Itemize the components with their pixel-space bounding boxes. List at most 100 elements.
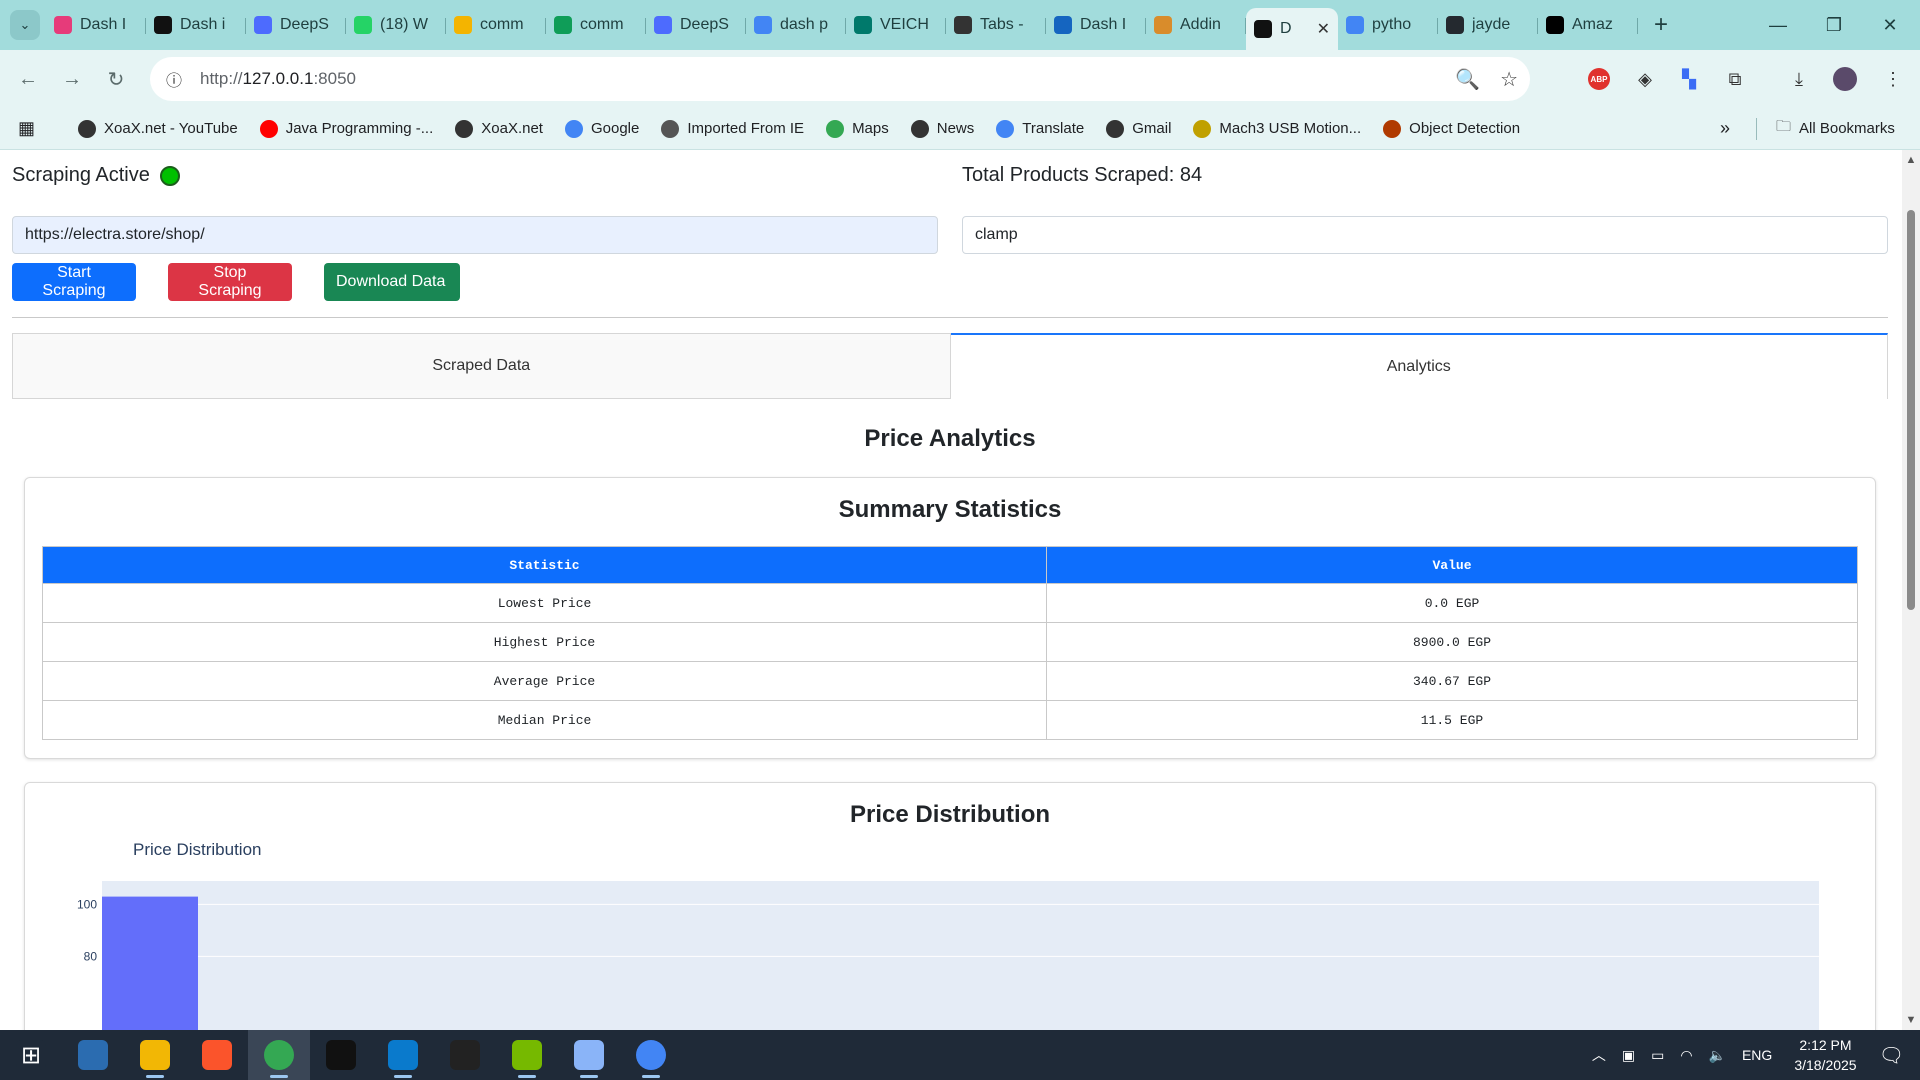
bookmark-item[interactable]: Java Programming -...: [259, 119, 434, 138]
bookmark-item[interactable]: Object Detection: [1383, 119, 1520, 138]
translate-extension-icon[interactable]: ▚: [1672, 62, 1706, 96]
histogram-bar[interactable]: [102, 896, 198, 1030]
more-bookmarks-icon[interactable]: »: [1720, 118, 1730, 139]
meet-icon[interactable]: ▣: [1622, 1047, 1635, 1064]
browser-tab[interactable]: comm: [446, 8, 546, 42]
column-header[interactable]: Value: [1046, 546, 1858, 584]
tab-search-button[interactable]: ⌄: [10, 10, 40, 40]
menu-kebab-icon[interactable]: ⋮: [1876, 62, 1910, 96]
download-icon[interactable]: ⤓: [1782, 62, 1816, 96]
clock[interactable]: 2:12 PM 3/18/2025: [1794, 1035, 1856, 1075]
tab-analytics[interactable]: Analytics: [950, 333, 1888, 399]
bookmark-item[interactable]: Mach3 USB Motion...: [1193, 119, 1361, 138]
scroll-down-icon[interactable]: ▼: [1905, 1014, 1917, 1026]
summary-title: Summary Statistics: [838, 496, 1062, 523]
zoom-icon[interactable]: 🔍: [1455, 67, 1480, 92]
bookmark-item[interactable]: News: [910, 119, 974, 138]
bookmark-item[interactable]: Google: [564, 119, 640, 138]
site-info-icon[interactable]: ⓘ: [154, 59, 194, 99]
browser-tab[interactable]: dash p: [746, 8, 846, 42]
bookmark-item[interactable]: Translate: [996, 119, 1084, 138]
taskbar-paint[interactable]: [558, 1030, 620, 1080]
extension-icon[interactable]: ◈: [1628, 62, 1662, 96]
page-scrollbar[interactable]: ▲ ▼: [1902, 150, 1920, 1030]
tab-scraped-data[interactable]: Scraped Data: [12, 333, 951, 399]
browser-tab[interactable]: comm: [546, 8, 646, 42]
browser-tab[interactable]: Addin: [1146, 8, 1246, 42]
bookmark-item[interactable]: Gmail: [1106, 119, 1171, 138]
taskbar-vscode[interactable]: [372, 1030, 434, 1080]
bookmark-item[interactable]: Imported From IE: [661, 119, 804, 138]
browser-tab[interactable]: Tabs -: [946, 8, 1046, 42]
tab-title: jayde: [1472, 16, 1511, 33]
summary-statistics-card: Summary Statistics Statistic Value Lowes…: [24, 477, 1876, 759]
vscode-icon: [388, 1040, 418, 1070]
language-indicator[interactable]: ENG: [1742, 1047, 1772, 1063]
wifi-icon[interactable]: ◠: [1680, 1047, 1692, 1064]
column-header[interactable]: Statistic: [42, 546, 1047, 584]
browser-tab[interactable]: Dash i: [146, 8, 246, 42]
adblock-icon[interactable]: ABP: [1582, 62, 1616, 96]
scroll-up-icon[interactable]: ▲: [1905, 154, 1917, 166]
keyword-input[interactable]: [962, 216, 1888, 254]
scroll-thumb[interactable]: [1907, 210, 1915, 610]
browser-tab[interactable]: DeepS: [246, 8, 346, 42]
tab-title: D: [1280, 20, 1292, 37]
url-input[interactable]: [12, 216, 938, 254]
taskbar-notepad-plus[interactable]: [496, 1030, 558, 1080]
show-hidden-icons[interactable]: ︿: [1592, 1045, 1606, 1065]
browser-tab[interactable]: pytho: [1338, 8, 1438, 42]
minimize-button[interactable]: —: [1750, 0, 1806, 50]
apps-grid-icon[interactable]: ▦: [18, 118, 50, 139]
bookmark-item[interactable]: Maps: [826, 119, 889, 138]
notifications-icon[interactable]: 🗨: [1879, 1043, 1904, 1068]
volume-icon[interactable]: 🔈: [1709, 1047, 1726, 1064]
bookmark-label: XoaX.net - YouTube: [104, 120, 238, 137]
reload-icon[interactable]: ↻: [94, 57, 138, 101]
tab-title: DeepS: [280, 16, 329, 33]
browser-tab[interactable]: Dash I: [46, 8, 146, 42]
taskbar-terminal[interactable]: [310, 1030, 372, 1080]
stop-scraping-button[interactable]: Stop Scraping: [168, 263, 292, 301]
total-products-label: Total Products Scraped: 84: [962, 164, 1203, 186]
taskbar-7zip[interactable]: [434, 1030, 496, 1080]
forward-icon[interactable]: →: [50, 57, 94, 101]
new-tab-button[interactable]: +: [1644, 11, 1678, 39]
extensions-puzzle-icon[interactable]: ⧉: [1718, 62, 1752, 96]
brave-icon: [202, 1040, 232, 1070]
close-window-button[interactable]: ✕: [1862, 0, 1918, 50]
browser-tab-strip: ⌄ Dash I Dash i DeepS (18) W comm comm DeepS da…: [0, 0, 1920, 50]
bookmark-item[interactable]: XoaX.net - YouTube: [78, 119, 238, 138]
battery-icon[interactable]: ▭: [1651, 1047, 1664, 1064]
profile-avatar[interactable]: [1828, 62, 1862, 96]
back-icon[interactable]: ←: [6, 57, 50, 101]
browser-tab[interactable]: VEICH: [846, 8, 946, 42]
browser-tab[interactable]: jayde: [1438, 8, 1538, 42]
tab-title: Dash I: [80, 16, 127, 33]
tab-title: Dash i: [180, 16, 226, 33]
taskbar-microsoft-store[interactable]: [62, 1030, 124, 1080]
maximize-button[interactable]: ❐: [1806, 0, 1862, 50]
address-url[interactable]: http://127.0.0.1:8050: [200, 69, 356, 89]
browser-tab[interactable]: DeepS: [646, 8, 746, 42]
taskbar-file-explorer[interactable]: [124, 1030, 186, 1080]
download-data-button[interactable]: Download Data: [324, 263, 460, 301]
browser-tab[interactable]: (18) W: [346, 8, 446, 42]
start-scraping-button[interactable]: Start Scraping: [12, 263, 136, 301]
bookmark-item[interactable]: XoaX.net: [455, 119, 543, 138]
taskbar-chromium[interactable]: [620, 1030, 682, 1080]
browser-tab[interactable]: Dash I: [1046, 8, 1146, 42]
tab-favicon-icon: [1446, 16, 1464, 34]
taskbar-chrome[interactable]: [248, 1030, 310, 1080]
price-distribution-chart: Price Distribution 100 80: [77, 840, 1819, 1030]
close-tab-icon[interactable]: ✕: [1317, 19, 1330, 39]
address-bar[interactable]: ⓘ http://127.0.0.1:8050 🔍 ☆: [150, 57, 1530, 101]
bookmark-label: Java Programming -...: [285, 120, 434, 137]
bookmark-label: Google: [590, 120, 640, 137]
bookmark-star-icon[interactable]: ☆: [1500, 67, 1518, 92]
browser-tab[interactable]: Amaz: [1538, 8, 1638, 42]
browser-tab[interactable]: D ✕: [1246, 8, 1338, 50]
taskbar-brave[interactable]: [186, 1030, 248, 1080]
taskbar-start-menu[interactable]: ⊞: [0, 1030, 62, 1080]
all-bookmarks-button[interactable]: 🗀 All Bookmarks: [1776, 116, 1895, 141]
